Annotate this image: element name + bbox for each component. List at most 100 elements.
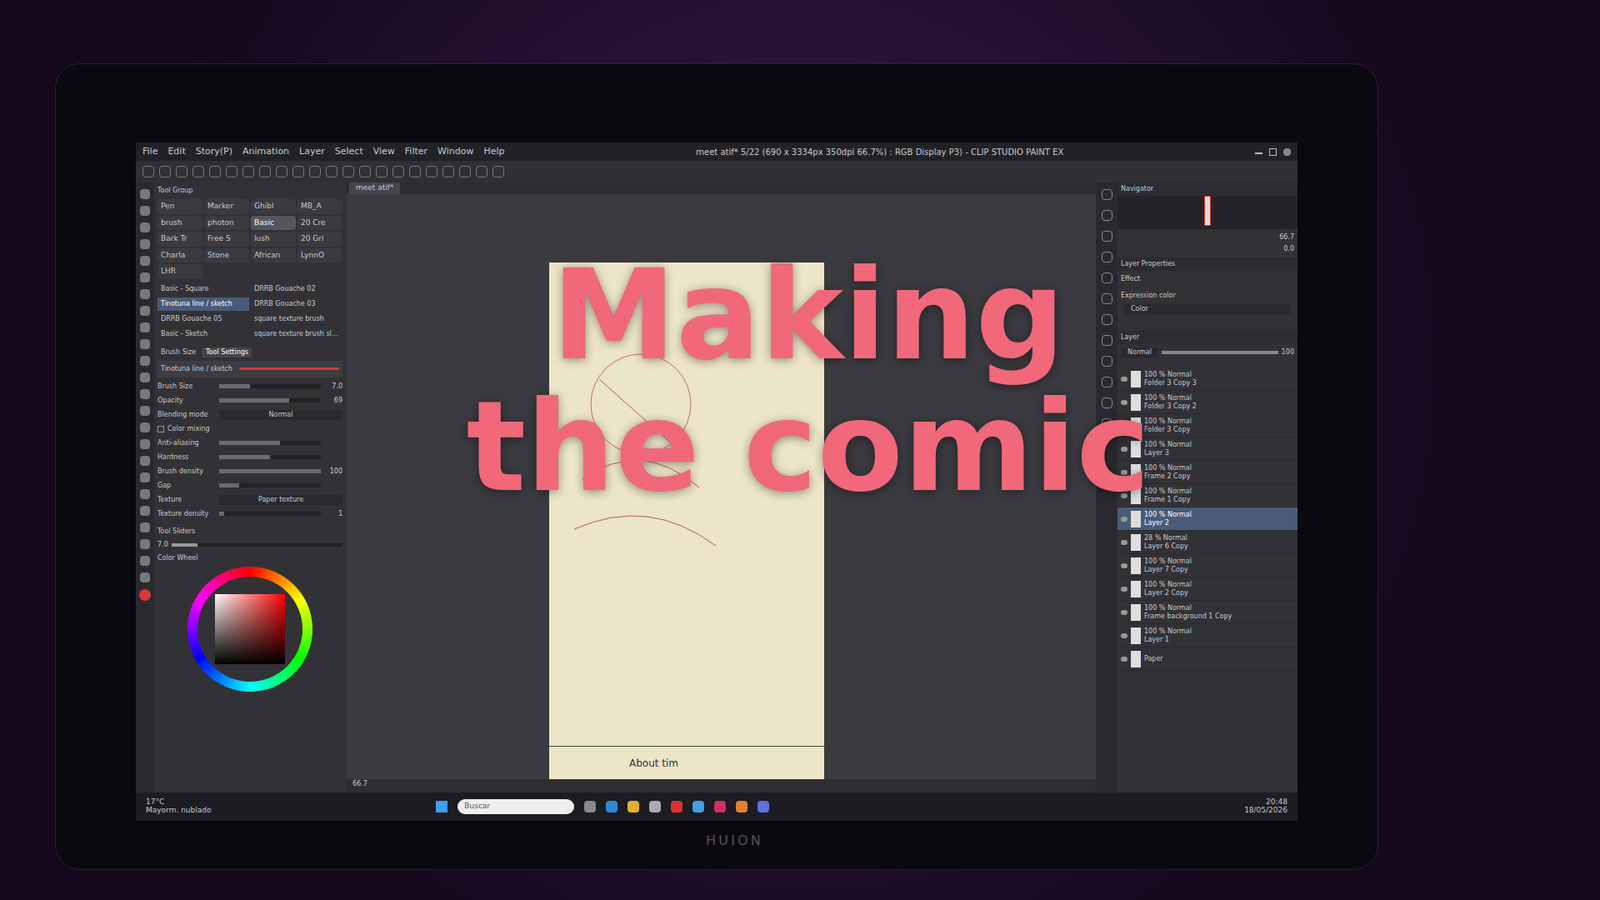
eye-icon[interactable]: [1120, 540, 1128, 545]
panel-icon[interactable]: [1101, 251, 1113, 263]
brush-item[interactable]: square texture brush: [250, 312, 343, 326]
tool-icon[interactable]: [140, 489, 150, 500]
tool-icon[interactable]: [140, 289, 150, 300]
command-icon[interactable]: [175, 165, 188, 178]
app-icon[interactable]: [714, 800, 726, 813]
tool-icon[interactable]: [140, 339, 150, 350]
tool-group-tab[interactable]: African: [250, 248, 296, 264]
tool-icon[interactable]: [140, 555, 150, 566]
setting-slider[interactable]: [219, 511, 321, 516]
tool-icon[interactable]: [140, 539, 150, 550]
tool-group-tab[interactable]: LynnO: [297, 248, 343, 264]
tool-icon[interactable]: [140, 322, 150, 333]
command-icon[interactable]: [325, 165, 338, 178]
app-icon[interactable]: [670, 800, 683, 813]
navigator-zoom[interactable]: 66.7: [1279, 232, 1295, 243]
tool-icon[interactable]: [140, 222, 150, 233]
command-icon[interactable]: [225, 165, 238, 178]
menu-item[interactable]: Story(P): [195, 145, 233, 160]
layer-row[interactable]: Paper: [1117, 647, 1298, 671]
tool-icon[interactable]: [140, 422, 150, 433]
tool-icon[interactable]: [140, 355, 150, 366]
weather[interactable]: 17°CMayorm. nublado: [145, 798, 212, 815]
maximize-icon[interactable]: [1269, 148, 1277, 156]
command-icon[interactable]: [242, 165, 255, 178]
app-icon[interactable]: [584, 800, 596, 813]
tool-icon[interactable]: [140, 272, 150, 283]
close-icon[interactable]: [1283, 148, 1291, 156]
tool-icon[interactable]: [140, 255, 150, 266]
tool-icon[interactable]: [140, 239, 150, 250]
panel-icon[interactable]: [1101, 314, 1113, 325]
tool-icon[interactable]: [140, 572, 150, 583]
brush-item[interactable]: Tinotuna line / sketch: [157, 297, 250, 311]
setting-row[interactable]: Hardness: [157, 451, 343, 464]
eye-icon[interactable]: [1120, 610, 1128, 615]
tool-icon[interactable]: [140, 205, 150, 216]
tool-group-tab[interactable]: Free S: [204, 231, 250, 247]
tool-group-tab[interactable]: Charla: [157, 248, 203, 264]
opacity-slider[interactable]: [1161, 350, 1279, 355]
navigator-rotation[interactable]: 0.0: [1283, 244, 1295, 255]
setting-slider[interactable]: [219, 384, 321, 389]
tool-group-tab[interactable]: Basic: [250, 215, 296, 231]
menu-item[interactable]: Filter: [405, 145, 428, 160]
eye-icon[interactable]: [1120, 516, 1128, 522]
tool-group-tab[interactable]: 20 Cre: [297, 215, 343, 231]
panel-icon[interactable]: [1101, 189, 1113, 200]
tool-group-tab[interactable]: LHR: [157, 264, 203, 280]
taskbar-search[interactable]: Buscar: [457, 799, 575, 815]
app-icon[interactable]: [627, 800, 640, 813]
command-icon[interactable]: [259, 165, 271, 178]
setting-row[interactable]: Opacity69: [157, 395, 343, 407]
brush-item[interactable]: DRRB Gouache 02: [250, 282, 343, 296]
eye-icon[interactable]: [1120, 563, 1128, 569]
tool-settings-tab[interactable]: Tool Settings: [202, 347, 252, 358]
setting-row[interactable]: Gap: [157, 480, 343, 492]
layer-row[interactable]: 100 % NormalLayer 7 Copy: [1117, 554, 1298, 578]
tool-icon[interactable]: [140, 505, 150, 516]
command-icon[interactable]: [292, 165, 305, 178]
command-icon[interactable]: [459, 165, 471, 178]
menu-item[interactable]: Edit: [167, 145, 185, 160]
setting-slider[interactable]: [219, 398, 321, 403]
setting-row[interactable]: Texture density1: [157, 508, 343, 520]
clock[interactable]: 20:4818/05/2026: [1244, 798, 1288, 815]
layer-row[interactable]: 100 % NormalLayer 2 Copy: [1117, 577, 1298, 601]
app-icon[interactable]: [692, 800, 705, 813]
eye-icon[interactable]: [1120, 656, 1128, 662]
command-icon[interactable]: [142, 165, 155, 178]
tool-icon[interactable]: [140, 439, 150, 450]
tool-group-tab[interactable]: Stone: [204, 248, 250, 264]
setting-checkbox[interactable]: [157, 425, 165, 433]
color-square[interactable]: [215, 594, 285, 665]
tool-icon[interactable]: [140, 189, 150, 200]
app-icon[interactable]: [735, 800, 748, 813]
command-icon[interactable]: [192, 165, 205, 178]
menu-item[interactable]: View: [373, 145, 395, 160]
command-icon[interactable]: [309, 165, 321, 178]
setting-row[interactable]: Color mixing: [157, 423, 343, 435]
menu-item[interactable]: Help: [483, 145, 505, 160]
tool-slider[interactable]: [171, 543, 343, 547]
tool-group-tab[interactable]: MB_A: [297, 199, 343, 215]
command-icon[interactable]: [392, 165, 405, 178]
command-icon[interactable]: [359, 165, 371, 178]
brush-item[interactable]: Basic - Square: [157, 282, 250, 296]
panel-icon[interactable]: [1101, 355, 1113, 367]
menu-item[interactable]: Animation: [242, 145, 290, 160]
setting-row[interactable]: Brush density100: [157, 465, 343, 478]
setting-slider[interactable]: [219, 469, 321, 474]
tool-icon[interactable]: [140, 389, 150, 400]
layer-row[interactable]: 100 % NormalLayer 1: [1117, 624, 1298, 648]
setting-row[interactable]: Brush Size7.0: [157, 380, 343, 393]
panel-icon[interactable]: [1101, 335, 1113, 346]
eye-icon[interactable]: [1120, 633, 1128, 639]
tool-group-tab[interactable]: Ghibl: [250, 199, 296, 215]
document-tab[interactable]: meet atif*: [349, 182, 400, 195]
menu-item[interactable]: File: [142, 145, 158, 160]
command-icon[interactable]: [275, 165, 288, 178]
layer-row[interactable]: 100 % NormalFrame background 1 Copy: [1117, 600, 1298, 625]
brush-item[interactable]: DRRB Gouache 03: [250, 297, 343, 311]
blend-mode-dropdown[interactable]: Normal: [1120, 347, 1159, 358]
